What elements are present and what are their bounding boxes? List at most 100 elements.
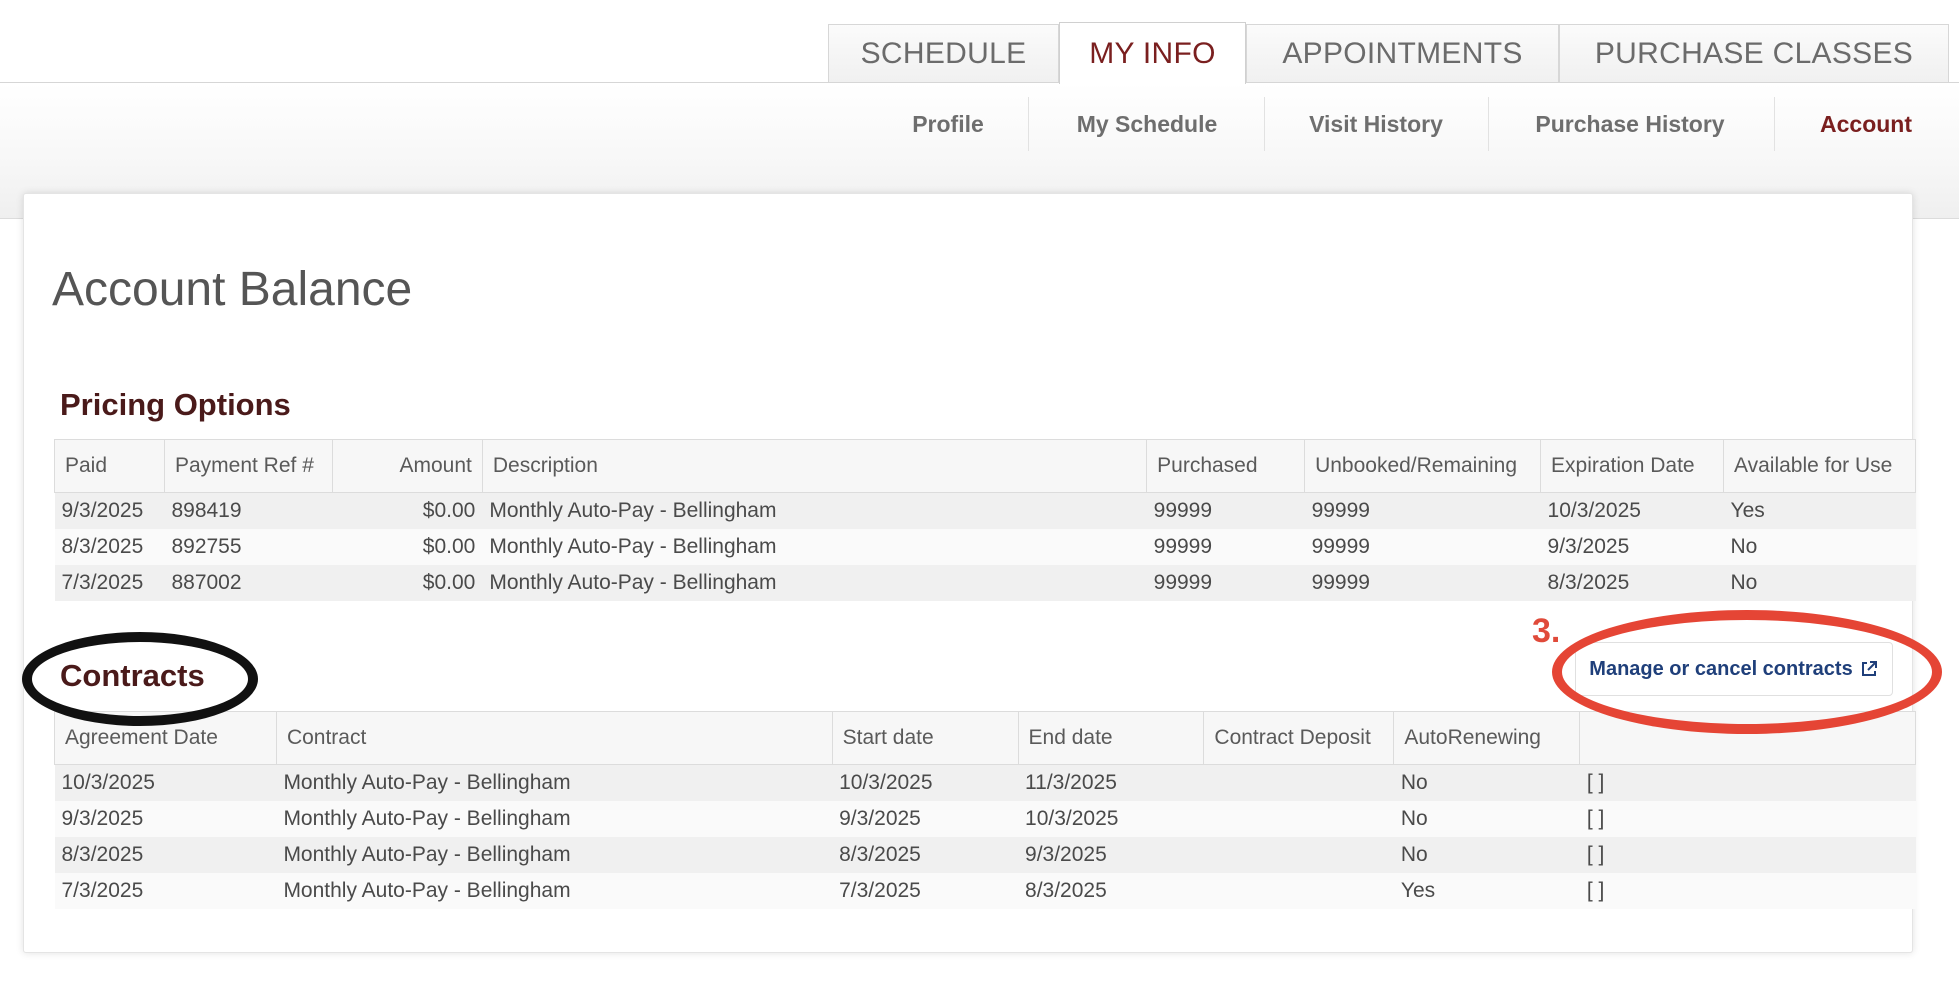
table-cell: 8/3/2025 <box>1018 872 1204 909</box>
table-row: 7/3/2025 887002 $0.00 Monthly Auto-Pay -… <box>54 564 1916 601</box>
subnav-divider <box>1774 97 1775 151</box>
table-cell: 8/3/2025 <box>1540 564 1724 601</box>
table-cell <box>1203 764 1394 801</box>
table-cell[interactable]: [ ] <box>1579 872 1916 909</box>
column-header[interactable]: Unbooked/Remaining <box>1304 439 1542 493</box>
column-header[interactable]: Purchased <box>1146 439 1306 493</box>
table-cell: Monthly Auto-Pay - Bellingham <box>276 764 833 801</box>
table-cell: 10/3/2025 <box>832 764 1019 801</box>
column-header[interactable]: Contract <box>275 711 833 765</box>
subnav-divider <box>1488 97 1489 151</box>
column-header[interactable]: Payment Ref # <box>163 439 333 493</box>
table-cell: 892755 <box>164 528 333 565</box>
table-cell: 7/3/2025 <box>54 872 277 909</box>
table-cell <box>1203 800 1394 837</box>
tab-purchase-classes[interactable]: PURCHASE CLASSES <box>1559 24 1949 83</box>
table-cell: $0.00 <box>332 528 483 565</box>
column-header[interactable]: Description <box>481 439 1148 493</box>
manage-contracts-label: Manage or cancel contracts <box>1589 657 1853 680</box>
contracts-heading: Contracts <box>60 658 205 693</box>
table-cell: 8/3/2025 <box>54 528 165 565</box>
table-cell: 99999 <box>1304 492 1541 529</box>
table-cell: 9/3/2025 <box>832 800 1019 837</box>
subnav-divider <box>1028 97 1029 151</box>
table-cell: 7/3/2025 <box>54 564 165 601</box>
page-title: Account Balance <box>52 263 413 316</box>
table-cell: Monthly Auto-Pay - Bellingham <box>482 564 1147 601</box>
subnav-divider <box>1264 97 1265 151</box>
table-cell: 7/3/2025 <box>832 872 1019 909</box>
table-cell: 99999 <box>1304 528 1541 565</box>
table-cell: Yes <box>1723 492 1916 529</box>
table-cell: No <box>1393 836 1580 873</box>
table-cell: 9/3/2025 <box>1018 836 1204 873</box>
column-header[interactable]: Paid <box>54 439 165 493</box>
table-cell: Monthly Auto-Pay - Bellingham <box>276 836 833 873</box>
column-header[interactable]: End date <box>1017 711 1205 765</box>
tab-appointments[interactable]: APPOINTMENTS <box>1246 24 1559 83</box>
step-number-annotation: 3. <box>1532 612 1561 650</box>
table-cell: 10/3/2025 <box>1018 800 1204 837</box>
column-header[interactable]: Amount <box>331 439 483 493</box>
table-cell: 99999 <box>1304 564 1541 601</box>
table-row: 8/3/2025 Monthly Auto-Pay - Bellingham 8… <box>54 836 1916 873</box>
table-row: 8/3/2025 892755 $0.00 Monthly Auto-Pay -… <box>54 528 1916 565</box>
tab-schedule[interactable]: SCHEDULE <box>828 24 1059 83</box>
table-cell: Monthly Auto-Pay - Bellingham <box>276 800 833 837</box>
table-cell: 99999 <box>1146 564 1305 601</box>
external-link-icon <box>1861 661 1877 676</box>
table-cell: No <box>1723 528 1916 565</box>
table-cell: No <box>1393 800 1580 837</box>
column-header <box>1579 711 1916 765</box>
table-cell: 9/3/2025 <box>54 800 277 837</box>
table-cell: 99999 <box>1146 492 1305 529</box>
table-header-row: Paid Payment Ref # Amount Description Pu… <box>54 439 1917 493</box>
column-header[interactable]: Available for Use <box>1722 439 1917 493</box>
table-cell: 10/3/2025 <box>1540 492 1724 529</box>
table-header-row: Agreement Date Contract Start date End d… <box>54 711 1916 765</box>
table-cell: Monthly Auto-Pay - Bellingham <box>482 528 1147 565</box>
table-cell: 887002 <box>164 564 333 601</box>
table-cell[interactable]: [ ] <box>1579 836 1916 873</box>
table-cell: $0.00 <box>332 492 483 529</box>
table-row: 9/3/2025 898419 $0.00 Monthly Auto-Pay -… <box>54 492 1916 529</box>
tab-my-info[interactable]: MY INFO <box>1059 22 1246 84</box>
subnav-purchase-history[interactable]: Purchase History <box>1510 103 1750 145</box>
column-header[interactable]: Agreement Date <box>54 711 277 765</box>
table-cell <box>1203 872 1394 909</box>
subnav-visit-history[interactable]: Visit History <box>1288 103 1464 145</box>
table-cell: 8/3/2025 <box>54 836 277 873</box>
table-cell[interactable]: [ ] <box>1579 764 1916 801</box>
table-cell: Monthly Auto-Pay - Bellingham <box>276 872 833 909</box>
manage-contracts-link[interactable]: Manage or cancel contracts <box>1575 642 1893 696</box>
table-cell: 10/3/2025 <box>54 764 277 801</box>
table-cell: 9/3/2025 <box>1540 528 1724 565</box>
table-cell: No <box>1723 564 1916 601</box>
pricing-options-heading: Pricing Options <box>60 387 291 422</box>
table-cell <box>1203 836 1394 873</box>
table-cell: Monthly Auto-Pay - Bellingham <box>482 492 1147 529</box>
subnav-my-schedule[interactable]: My Schedule <box>1052 103 1242 145</box>
column-header[interactable]: Contract Deposit <box>1203 711 1395 765</box>
subnav-account[interactable]: Account <box>1800 103 1932 145</box>
column-header[interactable]: Expiration Date <box>1540 439 1724 493</box>
column-header[interactable]: Start date <box>831 711 1019 765</box>
column-header[interactable]: AutoRenewing <box>1393 711 1581 765</box>
table-cell[interactable]: [ ] <box>1579 800 1916 837</box>
table-cell: 8/3/2025 <box>832 836 1019 873</box>
table-cell: Yes <box>1393 872 1580 909</box>
table-cell: 99999 <box>1146 528 1305 565</box>
table-cell: $0.00 <box>332 564 483 601</box>
top-tab-bar: SCHEDULE MY INFO APPOINTMENTS PURCHASE C… <box>0 0 1959 84</box>
table-cell: 898419 <box>164 492 333 529</box>
table-row: 10/3/2025 Monthly Auto-Pay - Bellingham … <box>54 764 1916 801</box>
table-row: 7/3/2025 Monthly Auto-Pay - Bellingham 7… <box>54 872 1916 909</box>
account-card: Account Balance Pricing Options Paid Pay… <box>23 193 1917 953</box>
subnav-profile[interactable]: Profile <box>888 103 1008 145</box>
pricing-options-table: Paid Payment Ref # Amount Description Pu… <box>54 439 1917 601</box>
table-cell: 9/3/2025 <box>54 492 165 529</box>
table-row: 9/3/2025 Monthly Auto-Pay - Bellingham 9… <box>54 800 1916 837</box>
contracts-table: Agreement Date Contract Start date End d… <box>54 711 1916 909</box>
table-cell: 11/3/2025 <box>1018 764 1204 801</box>
table-cell: No <box>1393 764 1580 801</box>
